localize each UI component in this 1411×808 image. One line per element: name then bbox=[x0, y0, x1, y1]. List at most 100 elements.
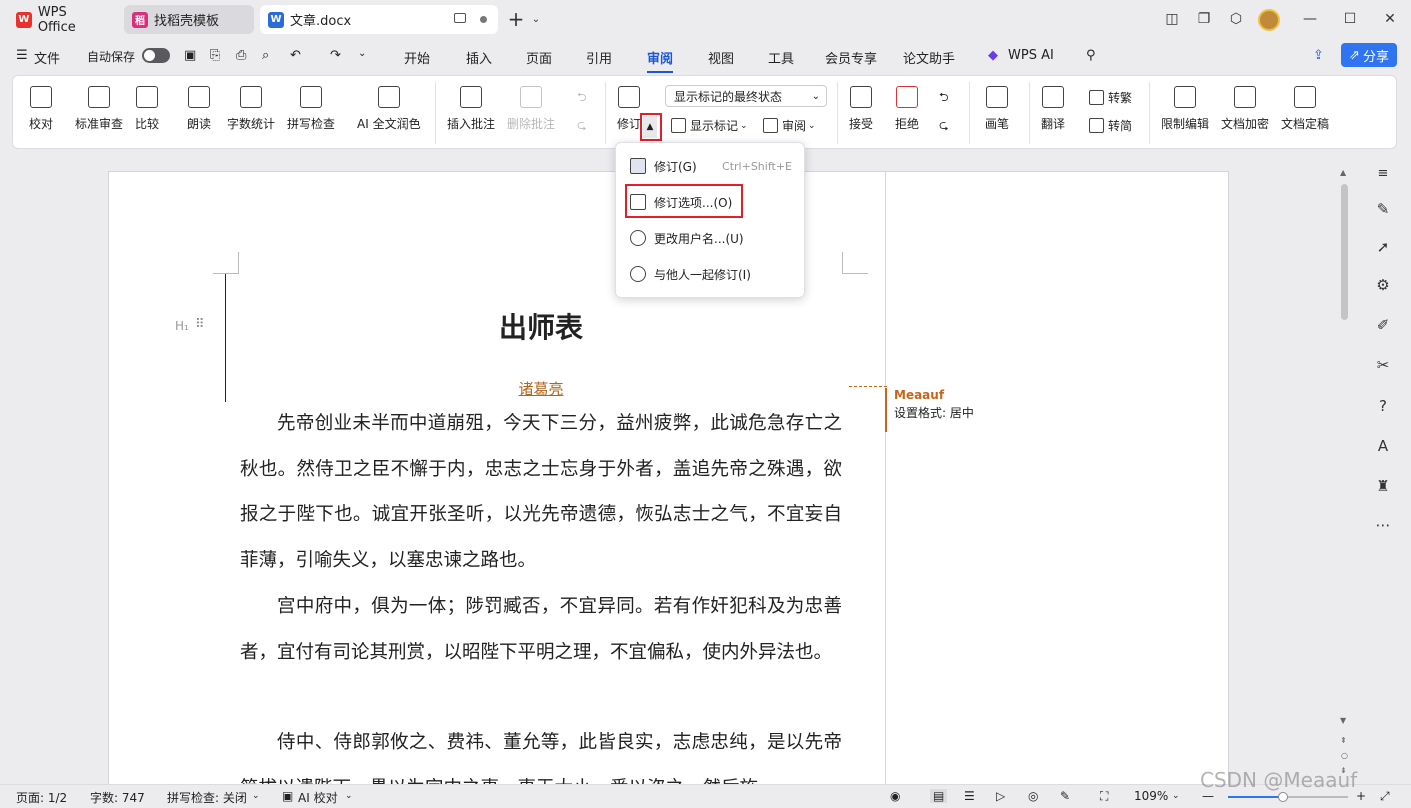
zoom-in-icon[interactable]: + bbox=[1356, 789, 1366, 803]
fullscreen-icon[interactable]: ⤢ bbox=[1380, 789, 1390, 804]
tab-document[interactable]: W 文章.docx bbox=[260, 5, 498, 34]
more-icon[interactable]: ⌄ bbox=[358, 48, 366, 59]
collapse-icon[interactable]: ≡ bbox=[1372, 162, 1394, 184]
tools-icon[interactable]: ✂ bbox=[1372, 354, 1394, 376]
to-simplified-icon bbox=[1089, 118, 1104, 133]
menu-insert[interactable]: 插入 bbox=[466, 48, 492, 67]
to-traditional-button[interactable]: 转繁 bbox=[1089, 89, 1132, 106]
word-count[interactable]: 字数: 747 bbox=[90, 789, 145, 806]
brush-icon[interactable]: ✐ bbox=[1372, 314, 1394, 336]
menu-file[interactable]: 文件 bbox=[34, 48, 60, 67]
prev-change-icon[interactable]: ⮌ bbox=[939, 88, 949, 109]
menu-view[interactable]: 视图 bbox=[708, 48, 734, 67]
more-icon[interactable]: ⋯ bbox=[1372, 514, 1394, 536]
scroll-up-icon[interactable]: ▲ bbox=[1340, 168, 1346, 177]
page-view-icon[interactable]: ▤ bbox=[930, 789, 948, 803]
minimize-icon[interactable]: — bbox=[1300, 9, 1320, 29]
avatar[interactable] bbox=[1258, 9, 1280, 31]
pen-icon[interactable]: ✎ bbox=[1060, 789, 1070, 803]
page-indicator[interactable]: 页面: 1/2 bbox=[16, 789, 67, 806]
menu-item-change-username[interactable]: 更改用户名...(U) bbox=[624, 223, 798, 253]
menu-start[interactable]: 开始 bbox=[404, 48, 430, 67]
maximize-icon[interactable]: ☐ bbox=[1340, 9, 1360, 29]
proofread-button[interactable]: 校对 bbox=[29, 86, 53, 132]
zoom-level[interactable]: 109% bbox=[1134, 789, 1168, 803]
reject-button[interactable]: 拒绝 bbox=[895, 86, 919, 132]
export-icon[interactable]: ⎘ bbox=[210, 48, 220, 63]
shirt-icon[interactable]: ♜ bbox=[1372, 475, 1394, 497]
ink-button[interactable]: 画笔 bbox=[985, 86, 1009, 132]
outline-view-icon[interactable]: ☰ bbox=[964, 789, 975, 803]
read-aloud-button[interactable]: 朗读 bbox=[187, 86, 211, 132]
pen-icon[interactable]: ✎ bbox=[1372, 198, 1394, 220]
chevron-down-icon[interactable]: ⌄ bbox=[252, 791, 260, 801]
word-count-button[interactable]: 字数统计 bbox=[227, 86, 275, 132]
chevron-down-icon[interactable]: ⌄ bbox=[345, 791, 353, 801]
show-markup-button[interactable]: 显示标记 ⌄ bbox=[671, 117, 748, 134]
menu-thesis[interactable]: 论文助手 bbox=[903, 48, 955, 67]
menu-review[interactable]: 审阅 bbox=[647, 48, 674, 73]
next-change-icon[interactable]: ⮎ bbox=[939, 116, 949, 137]
eye-icon[interactable]: ◉ bbox=[890, 789, 900, 803]
tab-docer[interactable]: 稻 找稻壳模板 bbox=[124, 5, 254, 34]
save-icon[interactable]: ▣ bbox=[184, 48, 196, 63]
menu-tools[interactable]: 工具 bbox=[768, 48, 794, 67]
cursor-icon[interactable]: ➚ bbox=[1372, 236, 1394, 258]
autosave-toggle[interactable] bbox=[142, 48, 170, 63]
translate-icon[interactable]: A bbox=[1372, 435, 1394, 457]
insert-comment-button[interactable]: 插入批注 bbox=[447, 86, 495, 132]
web-view-icon[interactable]: ◎ bbox=[1028, 789, 1038, 803]
search-icon[interactable]: ⚲ bbox=[1086, 48, 1096, 63]
share-button[interactable]: ⇗ 分享 bbox=[1341, 43, 1397, 67]
settings-sliders-icon[interactable]: ⚙ bbox=[1372, 274, 1394, 296]
redo-icon[interactable]: ↷ bbox=[330, 48, 341, 63]
cube-icon[interactable]: ⬡ bbox=[1226, 9, 1246, 29]
print-icon[interactable]: ⎙ bbox=[236, 48, 246, 63]
menu-references[interactable]: 引用 bbox=[586, 48, 612, 67]
restrict-edit-button[interactable]: 限制编辑 bbox=[1161, 86, 1209, 132]
hamburger-icon[interactable]: ☰ bbox=[16, 48, 28, 63]
print-preview-icon[interactable]: ⌕ bbox=[262, 48, 269, 63]
spell-check-status[interactable]: 拼写检查: 关闭 bbox=[167, 789, 247, 806]
spell-check-button[interactable]: 拼写检查 bbox=[287, 86, 335, 132]
chevron-down-icon[interactable]: ⌄ bbox=[526, 9, 546, 29]
prev-page-icon[interactable]: ⇞ bbox=[1340, 736, 1347, 745]
heading-marker[interactable]: H₁ bbox=[175, 319, 189, 333]
menu-membership[interactable]: 会员专享 bbox=[825, 48, 877, 67]
compare-button[interactable]: 比较 bbox=[135, 86, 159, 132]
vertical-scrollbar[interactable] bbox=[1341, 184, 1348, 320]
drag-handle-icon[interactable]: ⠿ bbox=[195, 317, 205, 332]
menu-wps-ai[interactable]: WPS AI bbox=[1008, 48, 1054, 63]
accept-button[interactable]: 接受 bbox=[849, 86, 873, 132]
standard-review-button[interactable]: 标准审查 bbox=[75, 86, 123, 132]
cloud-sync-icon[interactable]: ◫ bbox=[1162, 9, 1182, 29]
menu-page[interactable]: 页面 bbox=[526, 48, 552, 67]
translate-button[interactable]: 翻译 bbox=[1041, 86, 1065, 132]
zoom-slider[interactable] bbox=[1228, 792, 1348, 802]
undo-icon[interactable]: ↶ bbox=[290, 48, 301, 63]
play-icon[interactable]: ▷ bbox=[996, 789, 1005, 803]
window-mode-icon[interactable] bbox=[454, 13, 466, 23]
display-mode-select[interactable]: 显示标记的最终状态 ⌄ bbox=[665, 85, 827, 107]
help-icon[interactable]: ? bbox=[1372, 395, 1394, 417]
review-pane-button[interactable]: 审阅 ⌄ bbox=[763, 117, 816, 134]
encrypt-button[interactable]: 文档加密 bbox=[1221, 86, 1269, 132]
new-tab-icon[interactable]: + bbox=[506, 7, 526, 31]
track-changes-button[interactable]: 修订 bbox=[617, 86, 641, 132]
upload-icon[interactable]: ⇪ bbox=[1313, 48, 1324, 63]
close-icon[interactable]: ✕ bbox=[1380, 9, 1400, 29]
scroll-down-icon[interactable]: ▼ bbox=[1340, 716, 1346, 725]
menu-item-track-changes[interactable]: 修订(G) Ctrl+Shift+E bbox=[624, 151, 798, 181]
window-icon[interactable]: ❐ bbox=[1194, 9, 1214, 29]
ai-check-status[interactable]: AI 校对 bbox=[298, 789, 338, 806]
ai-polish-button[interactable]: AI 全文润色 bbox=[357, 86, 421, 132]
to-simplified-button[interactable]: 转简 bbox=[1089, 117, 1132, 134]
zoom-slider-thumb[interactable] bbox=[1278, 792, 1288, 802]
menu-item-collaborate[interactable]: 与他人一起修订(I) bbox=[624, 259, 798, 289]
fit-page-icon[interactable]: ⛶ bbox=[1100, 789, 1108, 804]
revision-balloon[interactable]: Meaauf 设置格式: 居中 bbox=[885, 388, 1005, 432]
browse-object-icon[interactable]: ○ bbox=[1341, 751, 1348, 760]
tab-wps-office[interactable]: W WPS Office bbox=[8, 5, 116, 35]
finalize-button[interactable]: 文档定稿 bbox=[1281, 86, 1329, 132]
chevron-down-icon[interactable]: ⌄ bbox=[1172, 791, 1180, 801]
